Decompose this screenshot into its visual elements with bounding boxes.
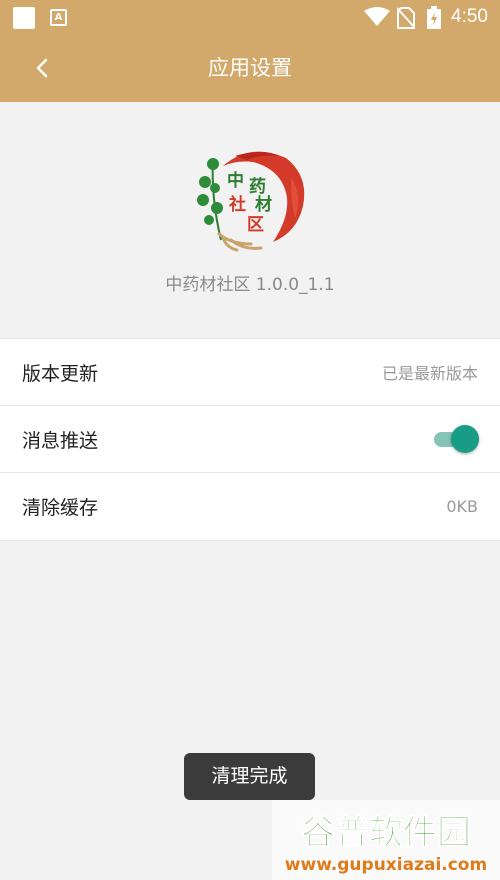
chevron-left-icon: [36, 58, 48, 78]
notification-square-icon: [13, 7, 35, 29]
version-update-status: 已是最新版本: [381, 364, 478, 383]
status-time: 4:50: [451, 6, 488, 27]
app-settings-screen: A 4:50 应用设置 中 药 社 材 区 中药材社区 1.0.0_1.1 版本…: [0, 0, 500, 880]
toggle-thumb: [451, 425, 479, 453]
cache-size-value: 0KB: [446, 497, 478, 516]
app-version-label: 中药材社区 1.0.0_1.1: [165, 275, 335, 295]
page-title: 应用设置: [208, 56, 292, 80]
watermark-title: 谷普软件园: [301, 813, 471, 853]
toast-message: 清理完成: [184, 753, 315, 800]
watermark-url: www.gupuxiazai.com: [285, 855, 487, 875]
settings-list: 版本更新 已是最新版本 消息推送 清除缓存 0KB: [0, 338, 500, 541]
push-notification-row: 消息推送: [0, 406, 500, 473]
version-update-row[interactable]: 版本更新 已是最新版本: [0, 339, 500, 406]
wifi-icon: [364, 7, 390, 26]
no-sim-icon: [397, 7, 415, 29]
logo-char-3: 社: [228, 194, 246, 215]
version-update-label: 版本更新: [22, 362, 99, 385]
logo-char-4: 材: [255, 194, 272, 215]
clear-cache-label: 清除缓存: [22, 497, 99, 519]
watermark-logo: 谷普软件园 www.gupuxiazai.com: [272, 800, 500, 880]
logo-char-2: 药: [249, 176, 266, 197]
battery-charging-icon: [427, 6, 441, 29]
app-bar: 应用设置: [0, 34, 500, 102]
back-button[interactable]: [22, 48, 62, 88]
clear-cache-row[interactable]: 清除缓存 0KB: [0, 473, 500, 540]
push-notification-toggle[interactable]: [432, 422, 479, 456]
logo-char-5: 区: [247, 215, 264, 235]
logo-char-1: 中: [227, 170, 244, 191]
status-bar: A 4:50: [0, 0, 500, 34]
push-notification-label: 消息推送: [22, 429, 99, 452]
app-logo: 中 药 社 材 区: [191, 148, 309, 252]
a-keyboard-icon: A: [50, 9, 67, 26]
